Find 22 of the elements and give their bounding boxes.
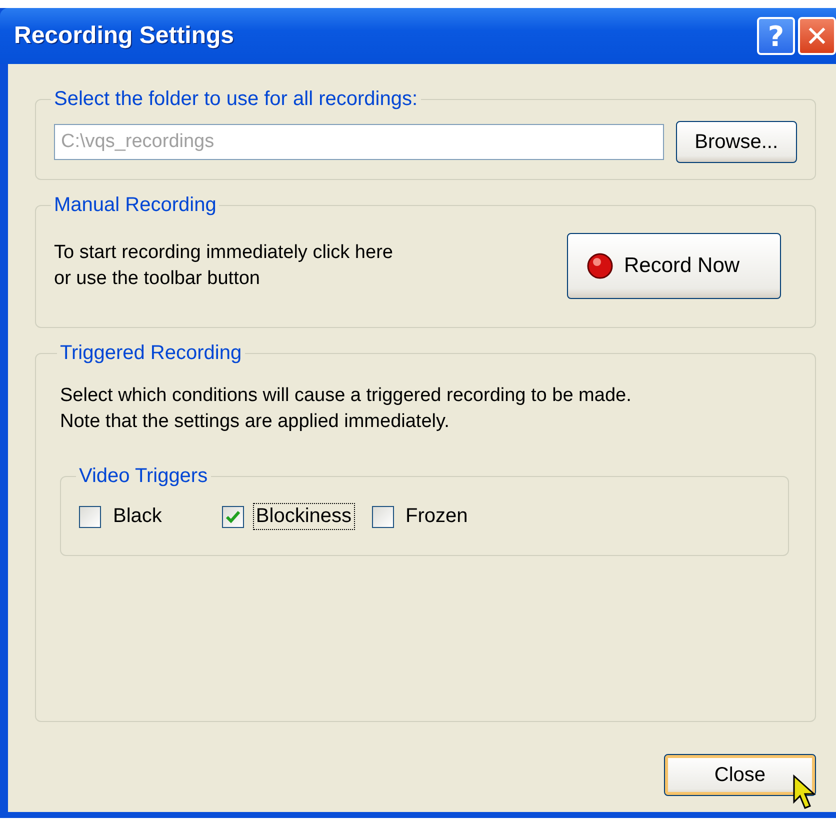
record-button[interactable]: Record Now [567, 233, 781, 299]
checkbox-label[interactable]: Black [111, 504, 164, 529]
close-button[interactable]: ✕ [798, 17, 836, 55]
group-title: Triggered Recording [59, 342, 243, 365]
group-title: Video Triggers [78, 465, 209, 488]
checkbox-label[interactable]: Blockiness [254, 504, 354, 529]
description-text: Note that the settings are applied immediately. [60, 410, 450, 434]
pointer-icon [792, 774, 818, 810]
browse-button[interactable]: Browse... [676, 121, 797, 163]
group-title: Manual Recording [53, 194, 218, 217]
checkbox[interactable] [222, 506, 244, 528]
instruction-text: or use the toolbar button [54, 267, 261, 291]
instruction-text: To start recording immediately click here [54, 241, 393, 265]
check-icon [226, 510, 240, 522]
checkbox[interactable] [372, 506, 394, 528]
record-icon [586, 252, 614, 280]
description-text: Select which conditions will cause a triggered recording to be made. [60, 384, 632, 408]
checkbox[interactable] [79, 506, 101, 528]
close-dialog-button[interactable]: Close [664, 754, 816, 796]
checkbox-label[interactable]: Frozen [404, 504, 470, 529]
group-title: Select the folder to use for all recordings: [53, 88, 419, 111]
window-title: Recording Settings [14, 22, 234, 50]
